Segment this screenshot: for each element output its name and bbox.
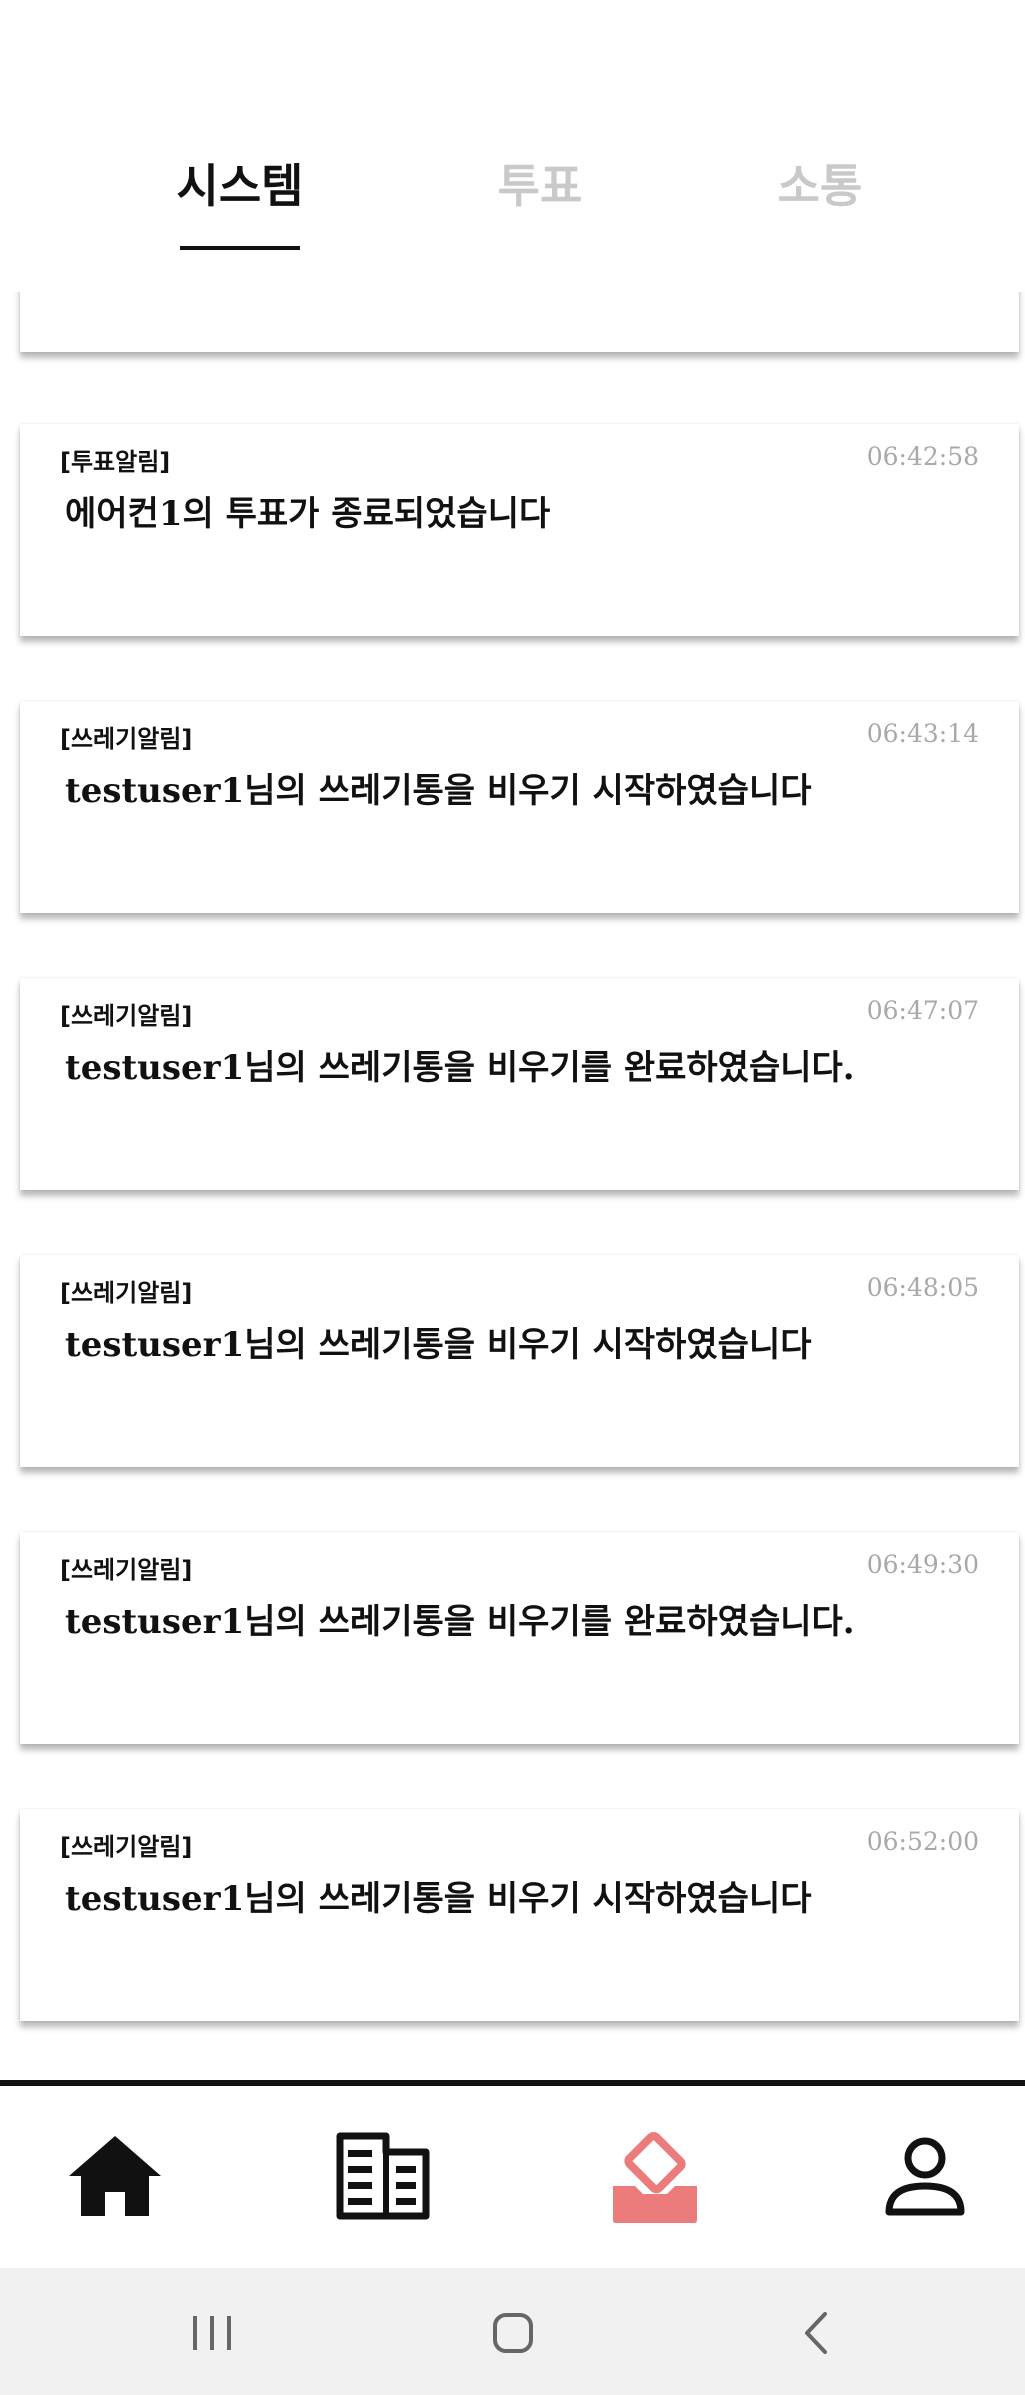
notification-message: testuser1님의 쓰레기통을 비우기 시작하였습니다: [65, 771, 812, 811]
notification-message: testuser1님의 쓰레기통을 비우기를 완료하였습니다.: [65, 1048, 855, 1088]
notification-time: 06:47:07: [866, 996, 979, 1025]
back-button[interactable]: [782, 2298, 852, 2368]
notification-time: 06:43:14: [866, 719, 979, 748]
active-tab-indicator: [180, 246, 300, 250]
notification-category: [쓰레기알림]: [60, 1279, 193, 1307]
nav-profile-button[interactable]: [875, 2126, 975, 2226]
back-icon: [805, 2312, 827, 2354]
nav-vote-button[interactable]: [605, 2126, 705, 2226]
notification-message: testuser1님의 쓰레기통을 비우기 시작하였습니다: [65, 1879, 812, 1919]
notification-category: [투표알림]: [60, 448, 171, 476]
profile-icon: [885, 2137, 965, 2216]
notification-card[interactable]: [쓰레기알림] 06:47:07 testuser1님의 쓰레기통을 비우기를 …: [20, 978, 1019, 1190]
notification-card[interactable]: [쓰레기알림] 06:49:30 testuser1님의 쓰레기통을 비우기를 …: [20, 1532, 1019, 1744]
notification-category: [쓰레기알림]: [60, 1833, 193, 1861]
notification-category: [쓰레기알림]: [60, 1556, 193, 1584]
recent-apps-button[interactable]: [177, 2298, 247, 2368]
bottom-navigation: [0, 2086, 1025, 2268]
top-tab-bar: 시스템 투표 소통: [0, 0, 1025, 292]
notification-card[interactable]: [쓰레기알림] 06:43:14 testuser1님의 쓰레기통을 비우기 시…: [20, 701, 1019, 913]
home-icon: [69, 2136, 161, 2216]
notification-list[interactable]: [투표알림] 06:42:58 에어컨1의 투표가 종료되었습니다 [쓰레기알림…: [0, 292, 1025, 2080]
notification-time: 06:48:05: [866, 1273, 979, 1302]
tab-system[interactable]: 시스템: [170, 150, 310, 220]
notification-category: [쓰레기알림]: [60, 1002, 193, 1030]
nav-building-button[interactable]: [333, 2126, 433, 2226]
tab-talk[interactable]: 소통: [750, 150, 890, 220]
vote-box-icon: [613, 2131, 697, 2223]
notification-time: 06:49:30: [866, 1550, 979, 1579]
system-navigation-bar: [0, 2268, 1025, 2395]
notification-card[interactable]: [쓰레기알림] 06:52:00 testuser1님의 쓰레기통을 비우기 시…: [20, 1809, 1019, 2021]
notification-message: 에어컨1의 투표가 종료되었습니다: [65, 494, 551, 534]
notification-card[interactable]: [투표알림] 06:42:58 에어컨1의 투표가 종료되었습니다: [20, 424, 1019, 636]
notification-time: 06:42:58: [866, 442, 979, 471]
nav-home-button[interactable]: [65, 2126, 165, 2226]
system-home-button[interactable]: [478, 2298, 548, 2368]
notification-message: testuser1님의 쓰레기통을 비우기 시작하였습니다: [65, 1325, 812, 1365]
notification-card[interactable]: [쓰레기알림] 06:48:05 testuser1님의 쓰레기통을 비우기 시…: [20, 1255, 1019, 1467]
notification-category: [쓰레기알림]: [60, 725, 193, 753]
tab-vote[interactable]: 투표: [470, 150, 610, 220]
home-icon: [493, 2313, 533, 2353]
notification-card-partial: [20, 292, 1019, 352]
notification-message: testuser1님의 쓰레기통을 비우기를 완료하였습니다.: [65, 1602, 855, 1642]
building-icon: [336, 2132, 430, 2220]
recent-apps-icon: [193, 2316, 231, 2350]
notification-time: 06:52:00: [866, 1827, 979, 1856]
